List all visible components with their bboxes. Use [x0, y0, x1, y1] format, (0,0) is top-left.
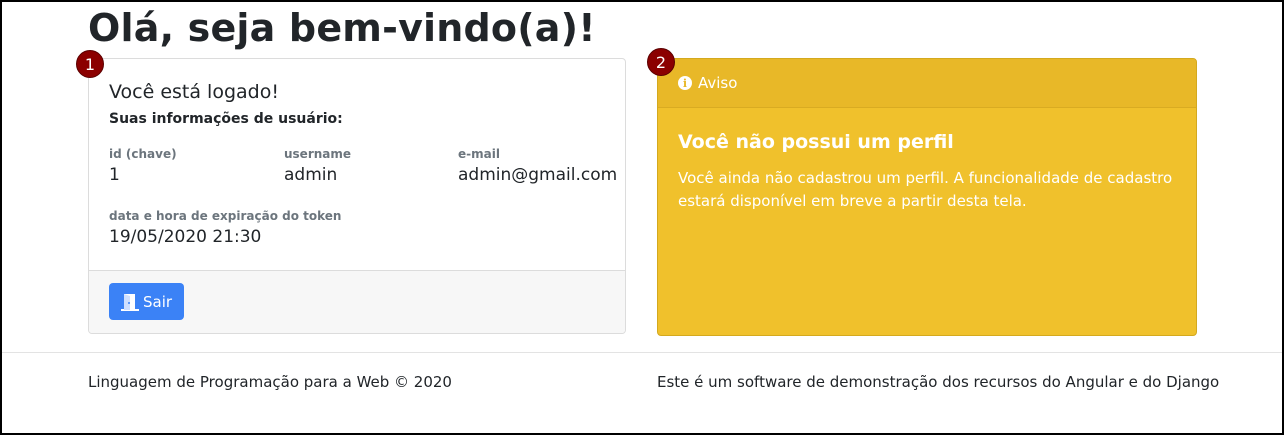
email-field: e-mail admin@gmail.com — [458, 147, 617, 185]
page-title: Olá, seja bem-vindo(a)! — [88, 6, 596, 50]
email-value: admin@gmail.com — [458, 165, 618, 185]
logout-button[interactable]: Sair — [109, 283, 185, 320]
footer-copyright: Linguagem de Programação para a Web © 20… — [88, 373, 452, 391]
footer-divider — [2, 352, 1282, 353]
username-field: username admin — [284, 147, 351, 185]
user-info-subtitle: Suas informações de usuário: — [109, 111, 343, 127]
user-info-card-body: Você está logado! Suas informações de us… — [109, 81, 617, 247]
id-field: id (chave) 1 — [109, 147, 177, 185]
annotation-badge-2: 2 — [647, 48, 675, 76]
id-value: 1 — [109, 165, 120, 185]
email-label: e-mail — [458, 147, 500, 161]
warning-header-label: Aviso — [698, 74, 738, 92]
info-icon: i — [678, 76, 692, 90]
user-info-card: Você está logado! Suas informações de us… — [88, 58, 626, 334]
footer-description: Este é um software de demonstração dos r… — [657, 373, 1220, 391]
token-expiry-field: data e hora de expiração do token 19/05/… — [109, 209, 341, 247]
username-label: username — [284, 147, 352, 161]
door-exit-icon — [121, 293, 139, 311]
warning-card: i Aviso Você não possui um perfil Você a… — [657, 58, 1197, 336]
token-expiry-label: data e hora de expiração do token — [109, 209, 342, 223]
no-profile-text: Você ainda não cadastrou um perfil. A fu… — [678, 169, 1173, 210]
warning-card-body: Você não possui um perfil Você ainda não… — [678, 131, 1176, 213]
annotation-badge-1: 1 — [76, 50, 104, 78]
logout-button-label: Sair — [143, 292, 173, 311]
user-info-card-footer: Sair — [89, 270, 625, 333]
app-window: Olá, seja bem-vindo(a)! Você está logado… — [0, 0, 1284, 435]
username-value: admin — [284, 165, 338, 185]
no-profile-title: Você não possui um perfil — [678, 131, 954, 153]
warning-card-header: i Aviso — [658, 59, 1196, 108]
id-label: id (chave) — [109, 147, 177, 161]
logged-in-title: Você está logado! — [109, 81, 279, 103]
token-expiry-value: 19/05/2020 21:30 — [109, 227, 262, 247]
